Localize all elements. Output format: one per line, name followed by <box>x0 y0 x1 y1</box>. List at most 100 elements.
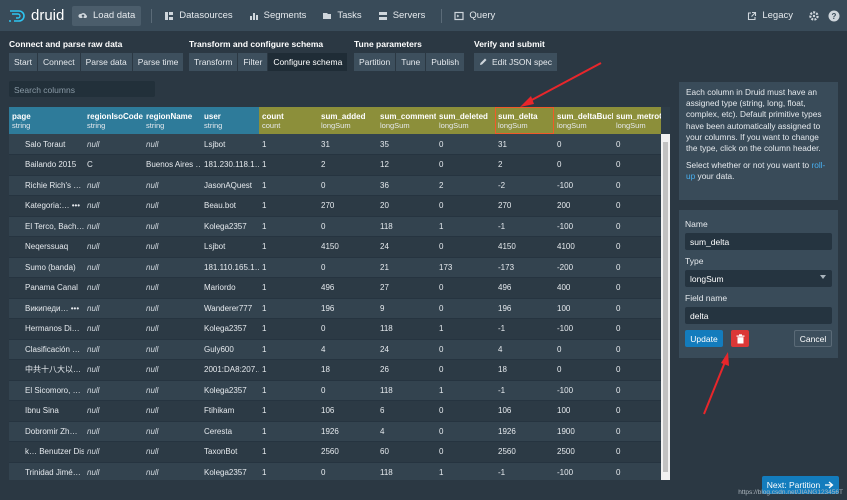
nav-load-data[interactable]: Load data <box>72 5 142 26</box>
step-connect[interactable]: Connect <box>37 53 81 71</box>
table-cell: 118 <box>377 380 436 401</box>
nav-segments[interactable]: Segments <box>243 6 313 26</box>
druid-logo[interactable]: druid <box>8 7 72 24</box>
column-header-page[interactable]: page string <box>9 107 84 134</box>
table-cell: null <box>84 236 143 258</box>
table-cell: null <box>143 175 201 196</box>
table-cell: 0 <box>613 257 661 278</box>
step-transform[interactable]: Transform <box>189 53 239 71</box>
table-cell: 0 <box>613 359 661 381</box>
step-group-title: Connect and parse raw data <box>9 39 123 49</box>
step-start[interactable]: Start <box>9 53 38 71</box>
nav-tasks[interactable]: Tasks <box>316 6 367 26</box>
column-header-count[interactable]: count count <box>259 107 318 134</box>
table-cell: null <box>143 462 201 480</box>
cancel-button[interactable]: Cancel <box>794 330 832 347</box>
gear-icon[interactable] <box>807 9 821 23</box>
update-button[interactable]: Update <box>685 330 723 347</box>
table-cell: null <box>143 298 201 319</box>
step-tune[interactable]: Tune <box>396 53 427 71</box>
info-post-text: your data. <box>695 171 735 182</box>
table-cell: Mariordo <box>201 277 259 299</box>
table-cell: 31 <box>318 134 377 155</box>
table-cell: Sumo (banda) <box>9 257 84 278</box>
table-cell: Hermanos Di… <box>9 318 84 340</box>
share-icon <box>747 11 757 21</box>
field-name-input[interactable]: delta <box>685 307 832 324</box>
table-cell: 0 <box>554 339 613 360</box>
type-label: Type <box>685 256 704 266</box>
table-cell: Kolega2357 <box>201 380 259 401</box>
column-header-regionname[interactable]: regionName string <box>143 107 201 134</box>
nav-divider <box>151 8 153 23</box>
name-input[interactable]: sum_delta <box>685 233 832 250</box>
table-cell: null <box>84 175 143 196</box>
column-header-sum-added[interactable]: sum_added longSum <box>318 107 377 134</box>
table-cell: 26 <box>377 359 436 381</box>
table-cell: El Sicomoro, … <box>9 380 84 401</box>
table-cell: Lsjbot <box>201 236 259 258</box>
table-cell: null <box>84 400 143 422</box>
nav-datasources-label: Datasources <box>179 10 233 21</box>
column-name: sum_comment <box>380 111 436 121</box>
scrollbar-thumb[interactable] <box>663 142 668 472</box>
table-cell: null <box>143 216 201 237</box>
column-header-regionisocode[interactable]: regionIsoCode string <box>84 107 143 134</box>
table-cell: El Terco, Bach… <box>9 216 84 237</box>
table-cell: Kolega2357 <box>201 462 259 480</box>
column-type: longSum <box>321 120 351 130</box>
step-parse-data[interactable]: Parse data <box>80 53 133 71</box>
step-filter[interactable]: Filter <box>238 53 269 71</box>
nav-segments-label: Segments <box>263 10 307 21</box>
table-cell: -1 <box>495 318 554 340</box>
step-edit-json-spec[interactable]: Edit JSON spec <box>474 53 558 71</box>
table-cell: 6 <box>377 400 436 422</box>
search-columns-input[interactable]: Search columns <box>9 81 155 97</box>
type-select[interactable]: longSum <box>685 270 832 287</box>
table-cell: null <box>84 380 143 401</box>
nav-datasources[interactable]: Datasources <box>158 6 238 26</box>
table-cell: 0 <box>613 154 661 176</box>
table-cell: 1926 <box>318 421 377 442</box>
table-cell: 18 <box>495 359 554 381</box>
step-parse-time[interactable]: Parse time <box>132 53 185 71</box>
step-edit-json-spec-label: Edit JSON spec <box>492 57 552 67</box>
column-header-user[interactable]: user string <box>201 107 259 134</box>
step-configure-schema[interactable]: Configure schema <box>268 53 349 71</box>
edit-icon <box>479 57 488 68</box>
table-cell: Richie Rich's … <box>9 175 84 196</box>
schema-info-callout: Each column in Druid must have an assign… <box>679 82 838 200</box>
column-header-sum-deltabuck[interactable]: sum_deltaBuck longSum <box>554 107 613 134</box>
table-cell: 1 <box>259 195 318 217</box>
delete-button[interactable] <box>731 330 749 347</box>
help-icon[interactable]: ? <box>827 9 841 23</box>
nav-servers-label: Servers <box>392 10 426 21</box>
table-cell: 1 <box>259 421 318 442</box>
column-type: longSum <box>439 120 469 130</box>
column-header-sum-delta[interactable]: sum_delta longSum <box>495 107 554 134</box>
column-header-sum-comment[interactable]: sum_comment longSum <box>377 107 436 134</box>
table-row: k… Benutzer Disk…nullnullTaxonBot1256060… <box>9 441 661 463</box>
table-cell: 0 <box>318 257 377 278</box>
column-header-sum-metrocod[interactable]: sum_metroCodlongSum <box>613 107 661 134</box>
table-cell: null <box>84 462 143 480</box>
table-cell: null <box>84 277 143 299</box>
step-group-connect: Connect and parse raw data Start Connect… <box>9 39 185 71</box>
column-edit-form: Name sum_delta Type longSum Field name d… <box>679 210 838 358</box>
svg-text:?: ? <box>832 12 837 21</box>
table-cell: 24 <box>377 236 436 258</box>
table-cell: 496 <box>318 277 377 299</box>
nav-query[interactable]: Query <box>448 6 501 26</box>
step-partition[interactable]: Partition <box>354 53 397 71</box>
legacy-link[interactable]: Legacy <box>741 6 799 26</box>
watermark: https://blog.csdn.net/JIANG123456T <box>738 489 843 496</box>
step-publish[interactable]: Publish <box>426 53 466 71</box>
table-cell: Ibnu Sina <box>9 400 84 422</box>
nav-servers[interactable]: Servers <box>372 6 432 26</box>
table-scrollbar[interactable] <box>661 134 670 480</box>
table-cell: Clasificación … <box>9 339 84 360</box>
column-header-sum-deleted[interactable]: sum_deleted longSum <box>436 107 495 134</box>
step-group-title: Transform and configure schema <box>189 39 324 49</box>
table-cell: 0 <box>613 175 661 196</box>
schema-table: page string regionIsoCode string regionName s… <box>9 107 670 480</box>
